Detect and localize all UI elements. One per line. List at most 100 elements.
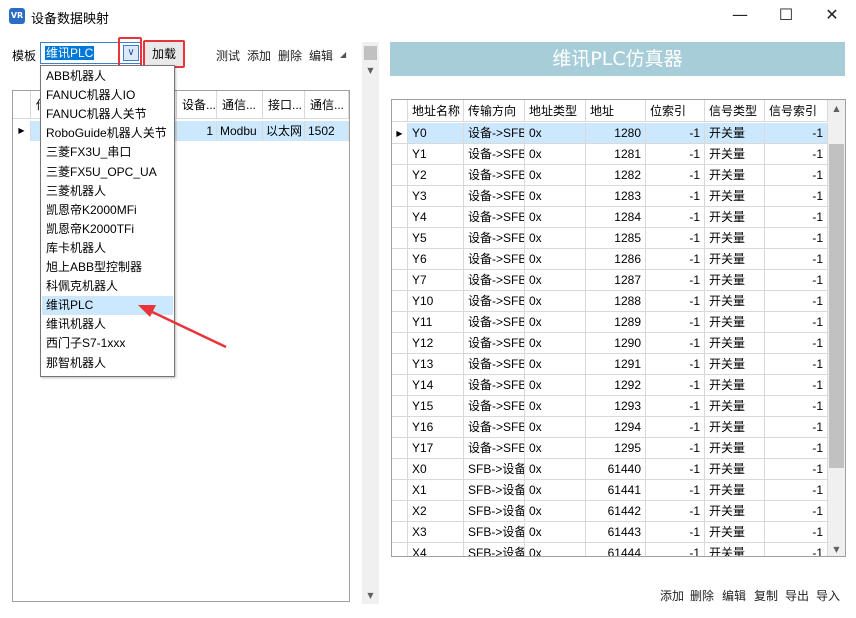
- table-cell[interactable]: -1: [646, 543, 705, 556]
- row-header[interactable]: [392, 249, 408, 270]
- table-cell[interactable]: -1: [646, 438, 705, 459]
- table-cell[interactable]: -1: [765, 165, 828, 186]
- table-cell[interactable]: 1288: [586, 291, 646, 312]
- dropdown-option[interactable]: 科佩克机器人: [42, 277, 173, 296]
- row-header[interactable]: [392, 480, 408, 501]
- table-cell[interactable]: -1: [765, 333, 828, 354]
- row-pointer-icon[interactable]: ▶: [392, 123, 408, 144]
- dropdown-option[interactable]: 旭上ABB型控制器: [42, 258, 173, 277]
- table-cell[interactable]: Y17: [408, 438, 464, 459]
- table-cell[interactable]: 0x: [525, 459, 586, 480]
- table-cell[interactable]: -1: [646, 207, 705, 228]
- table-cell[interactable]: X2: [408, 501, 464, 522]
- table-cell[interactable]: 1285: [586, 228, 646, 249]
- row-header[interactable]: [392, 438, 408, 459]
- right-scrollbar[interactable]: ▲ ▼: [828, 100, 845, 556]
- test-button[interactable]: 测试: [216, 47, 240, 64]
- scroll-up-icon[interactable]: ▲: [828, 100, 845, 117]
- table-cell[interactable]: 1502: [305, 121, 349, 141]
- table-cell[interactable]: 0x: [525, 165, 586, 186]
- table-row[interactable]: Y5 设备->SFB 0x 1285 -1 开关量 -1: [392, 228, 828, 249]
- row-header[interactable]: [392, 522, 408, 543]
- table-cell[interactable]: Y16: [408, 417, 464, 438]
- table-cell[interactable]: Y0: [408, 123, 464, 144]
- table-cell[interactable]: X3: [408, 522, 464, 543]
- table-cell[interactable]: 开关量: [705, 228, 765, 249]
- table-cell[interactable]: 开关量: [705, 333, 765, 354]
- table-cell[interactable]: 开关量: [705, 144, 765, 165]
- table-cell[interactable]: 1290: [586, 333, 646, 354]
- table-row[interactable]: Y2 设备->SFB 0x 1282 -1 开关量 -1: [392, 165, 828, 186]
- table-cell[interactable]: 0x: [525, 270, 586, 291]
- row-header[interactable]: [392, 354, 408, 375]
- table-row[interactable]: X4 SFB->设备 0x 61444 -1 开关量 -1: [392, 543, 828, 556]
- row-header[interactable]: [392, 417, 408, 438]
- table-cell[interactable]: 开关量: [705, 459, 765, 480]
- table-cell[interactable]: 1291: [586, 354, 646, 375]
- table-cell[interactable]: 1294: [586, 417, 646, 438]
- table-cell[interactable]: SFB->设备: [464, 480, 525, 501]
- table-cell[interactable]: -1: [646, 375, 705, 396]
- row-header[interactable]: [392, 375, 408, 396]
- table-cell[interactable]: -1: [765, 522, 828, 543]
- edit-button[interactable]: 编辑: [309, 47, 333, 64]
- dropdown-option[interactable]: 三菱机器人: [42, 182, 173, 201]
- table-cell[interactable]: 设备->SFB: [464, 312, 525, 333]
- row-header[interactable]: [392, 501, 408, 522]
- table-cell[interactable]: 开关量: [705, 543, 765, 556]
- table-cell[interactable]: X4: [408, 543, 464, 556]
- table-cell[interactable]: 开关量: [705, 186, 765, 207]
- scroll-down-icon[interactable]: ▼: [362, 587, 379, 604]
- table-cell[interactable]: Y15: [408, 396, 464, 417]
- table-row[interactable]: Y14 设备->SFB 0x 1292 -1 开关量 -1: [392, 375, 828, 396]
- table-cell[interactable]: -1: [765, 354, 828, 375]
- table-cell[interactable]: X1: [408, 480, 464, 501]
- column-header[interactable]: 通信...: [305, 91, 349, 119]
- table-cell[interactable]: SFB->设备: [464, 459, 525, 480]
- column-header[interactable]: 信号索引: [765, 100, 828, 122]
- table-cell[interactable]: 0x: [525, 291, 586, 312]
- table-cell[interactable]: -1: [646, 354, 705, 375]
- table-cell[interactable]: 1283: [586, 186, 646, 207]
- table-cell[interactable]: Y1: [408, 144, 464, 165]
- table-cell[interactable]: 设备->SFB: [464, 270, 525, 291]
- table-cell[interactable]: -1: [646, 333, 705, 354]
- table-cell[interactable]: Y12: [408, 333, 464, 354]
- table-cell[interactable]: 开关量: [705, 438, 765, 459]
- row-header[interactable]: [392, 165, 408, 186]
- table-cell[interactable]: -1: [765, 417, 828, 438]
- dropdown-option[interactable]: 三菱FX3U_串口: [42, 143, 173, 162]
- table-cell[interactable]: Y7: [408, 270, 464, 291]
- column-header[interactable]: 传输方向: [464, 100, 525, 122]
- table-cell[interactable]: 0x: [525, 207, 586, 228]
- table-row[interactable]: Y10 设备->SFB 0x 1288 -1 开关量 -1: [392, 291, 828, 312]
- scroll-down-icon[interactable]: ▼: [828, 541, 845, 556]
- table-cell[interactable]: 0x: [525, 522, 586, 543]
- dropdown-option[interactable]: RoboGuide机器人关节: [42, 124, 173, 143]
- row-header[interactable]: [392, 333, 408, 354]
- row-header[interactable]: [392, 396, 408, 417]
- table-cell[interactable]: -1: [646, 396, 705, 417]
- scrollbar-thumb[interactable]: [364, 46, 377, 60]
- dropdown-option[interactable]: 凯恩帝K2000TFi: [42, 220, 173, 239]
- table-cell[interactable]: 设备->SFB: [464, 375, 525, 396]
- table-row[interactable]: X3 SFB->设备 0x 61443 -1 开关量 -1: [392, 522, 828, 543]
- close-button[interactable]: ✕: [809, 0, 855, 30]
- table-cell[interactable]: -1: [765, 291, 828, 312]
- table-cell[interactable]: Y11: [408, 312, 464, 333]
- table-row[interactable]: Y15 设备->SFB 0x 1293 -1 开关量 -1: [392, 396, 828, 417]
- table-cell[interactable]: 开关量: [705, 375, 765, 396]
- table-cell[interactable]: Modbu: [217, 121, 263, 141]
- row-header[interactable]: [392, 543, 408, 556]
- column-header[interactable]: 地址名称: [408, 100, 464, 122]
- table-cell[interactable]: -1: [646, 459, 705, 480]
- row-header[interactable]: [392, 270, 408, 291]
- table-cell[interactable]: -1: [646, 312, 705, 333]
- table-cell[interactable]: 1280: [586, 123, 646, 144]
- row-header[interactable]: [392, 459, 408, 480]
- table-cell[interactable]: -1: [646, 249, 705, 270]
- table-cell[interactable]: 1287: [586, 270, 646, 291]
- table-row[interactable]: Y16 设备->SFB 0x 1294 -1 开关量 -1: [392, 417, 828, 438]
- table-cell[interactable]: 1: [177, 121, 217, 141]
- table-cell[interactable]: -1: [765, 543, 828, 556]
